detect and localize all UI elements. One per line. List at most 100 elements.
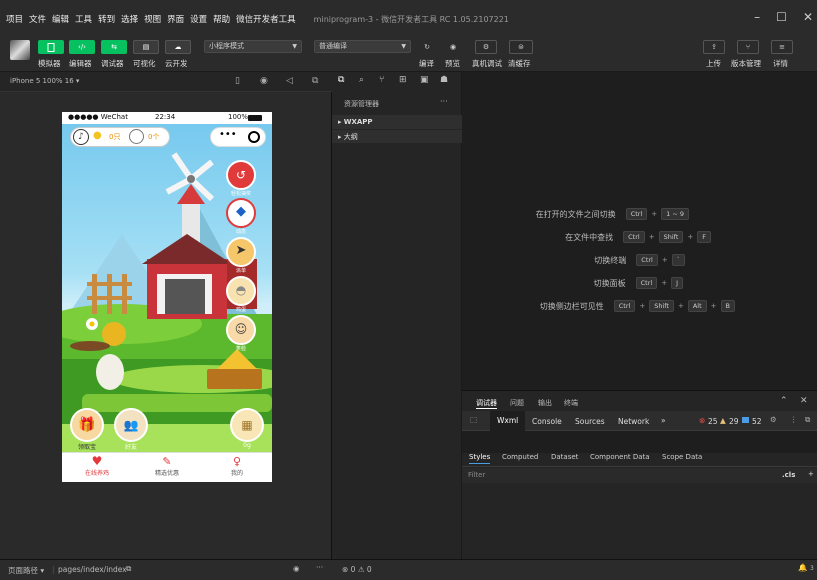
preview-icon[interactable]: ◉ — [443, 40, 463, 54]
editor-toggle-button[interactable]: ‹/› — [69, 40, 95, 54]
record-icon[interactable]: ◉ — [260, 76, 268, 86]
cloud-file-icon[interactable]: ▣ — [420, 75, 429, 85]
debugger-toggle-button[interactable]: ⇆ — [101, 40, 127, 54]
shortcut-label: 切换终端 — [594, 255, 627, 265]
side-button-lottery[interactable]: ↺ — [226, 160, 256, 190]
tab-farm-label: 在线养鸡 — [84, 470, 109, 477]
side-button-dynamic[interactable]: ◆ — [226, 198, 256, 228]
gift-button[interactable]: 🎁 — [70, 408, 104, 442]
version-icon[interactable]: ⑂ — [737, 40, 759, 54]
subtab-styles[interactable]: Styles — [469, 453, 491, 464]
remote-debug-icon[interactable]: ⚙ — [475, 40, 497, 54]
panel-tab-output[interactable]: 输出 — [538, 398, 552, 408]
page-path-label[interactable]: 页面路径 ▾ — [8, 565, 44, 576]
subtab-scope-data[interactable]: Scope Data — [662, 453, 702, 461]
side-button-smile[interactable]: ☺ — [226, 315, 256, 345]
panel-tab-debugger[interactable]: 调试器 — [476, 398, 497, 409]
phone-icon[interactable]: ▯ — [235, 76, 240, 86]
status-more-icon[interactable]: ··· — [316, 563, 323, 572]
devtools-menu-icon[interactable]: ⋮ — [790, 415, 798, 424]
filter-input[interactable]: Filter — [468, 471, 768, 479]
capsule-close-icon[interactable] — [248, 131, 260, 143]
subtab-dataset[interactable]: Dataset — [551, 453, 578, 461]
tab-mine[interactable]: ♀ 我的 — [212, 455, 262, 477]
menu-select[interactable]: 选择 — [121, 13, 138, 25]
cls-toggle[interactable]: .cls — [782, 471, 795, 479]
git-icon[interactable]: ⑂ — [379, 75, 384, 85]
tree-item-outline[interactable]: ▸ 大纲 — [332, 129, 462, 143]
visual-button[interactable]: ▤ — [133, 40, 159, 54]
info-count[interactable]: 52 — [752, 417, 762, 426]
bell-icon[interactable]: 🔔 — [798, 563, 807, 572]
side-button-egg[interactable]: ◓ — [226, 276, 256, 306]
search-icon[interactable]: ⌕ — [359, 75, 364, 85]
panel-tab-terminal[interactable]: 终端 — [564, 398, 578, 408]
subtab-computed[interactable]: Computed — [502, 453, 538, 461]
feed-button[interactable]: ▦ — [230, 408, 264, 442]
menu-project[interactable]: 项目 — [6, 13, 23, 25]
error-count[interactable]: 25 — [708, 417, 718, 426]
capsule-menu[interactable]: ••• — [210, 127, 266, 147]
tab-deals[interactable]: ✎ 精选优惠 — [142, 455, 192, 477]
device-select[interactable]: iPhone 5 100% 16 ▾ — [10, 77, 79, 85]
devtools-more-tabs[interactable]: » — [661, 416, 666, 425]
compile-label: 编译 — [419, 59, 434, 68]
extensions-icon[interactable]: ⊞ — [399, 75, 407, 85]
cloud-button[interactable]: ☁ — [165, 40, 191, 54]
warning-count[interactable]: 29 — [729, 417, 739, 426]
window-title: miniprogram-3 - 微信开发者工具 RC 1.05.2107221 — [313, 14, 509, 24]
music-icon[interactable]: ♪ — [73, 129, 89, 145]
copy-path-icon[interactable]: ⧉ — [126, 564, 131, 574]
avatar[interactable] — [10, 40, 30, 60]
menu-wechat-devtools[interactable]: 微信开发者工具 — [236, 13, 296, 25]
menu-tools[interactable]: 工具 — [75, 13, 92, 25]
details-icon[interactable]: ≡ — [771, 40, 793, 54]
egg-count: 0个 — [148, 133, 160, 141]
close-icon[interactable]: ✕ — [803, 10, 813, 24]
menu-goto[interactable]: 转到 — [98, 13, 115, 25]
menu-view[interactable]: 视图 — [144, 13, 161, 25]
page-path[interactable]: pages/index/index — [58, 565, 127, 574]
shortcut-key: ` — [671, 254, 685, 266]
compile-icon[interactable]: ↻ — [417, 40, 437, 54]
panel-tab-problems[interactable]: 问题 — [510, 398, 524, 408]
menu-interface[interactable]: 界面 — [167, 13, 184, 25]
subtab-component-data[interactable]: Component Data — [590, 453, 650, 461]
panel-close-icon[interactable]: ✕ — [800, 396, 808, 406]
tree-item-wxapp[interactable]: ▸ WXAPP — [332, 115, 462, 129]
inspect-icon[interactable]: ⬚ — [470, 415, 477, 424]
upload-icon[interactable]: ⇪ — [703, 40, 725, 54]
phone-status-bar: ●●●●● WeChat 22:34 100% — [62, 112, 272, 124]
tab-farm[interactable]: ♥ 在线养鸡 — [72, 455, 122, 478]
devtools-tab-sources[interactable]: Sources — [575, 417, 605, 426]
sound-icon[interactable]: ◁ — [286, 76, 293, 86]
devtools-tab-wxml[interactable]: Wxml — [490, 411, 526, 431]
menu-edit[interactable]: 编辑 — [52, 13, 69, 25]
eye-icon[interactable]: ◉ — [293, 564, 300, 573]
menu-help[interactable]: 帮助 — [213, 13, 230, 25]
devtools-tab-console[interactable]: Console — [532, 417, 562, 426]
devtools-tab-network[interactable]: Network — [618, 417, 649, 426]
problems-indicator[interactable]: ⊗ 0 ⚠ 0 — [342, 565, 372, 574]
friends-button[interactable]: 👥 — [114, 408, 148, 442]
minimize-icon[interactable]: – — [754, 10, 760, 24]
detach-icon[interactable]: ⧉ — [312, 76, 318, 86]
mode-select[interactable]: 小程序模式 ▼ — [204, 40, 302, 53]
explorer-more-icon[interactable]: ··· — [440, 97, 448, 106]
menu-settings[interactable]: 设置 — [190, 13, 207, 25]
add-style-rule-icon[interactable]: + — [808, 470, 814, 478]
side-button-dispatch[interactable]: ➤ — [226, 237, 256, 267]
ticket-icon: ✎ — [162, 455, 172, 468]
more-icon[interactable]: ••• — [219, 129, 237, 140]
panel-collapse-icon[interactable]: ⌃ — [780, 396, 788, 406]
devtools-settings-icon[interactable]: ⚙ — [770, 415, 777, 424]
menu-file[interactable]: 文件 — [29, 13, 46, 25]
shortcut-row: 切换侧边栏可见性 Ctrl + Shift + Alt + B — [540, 300, 735, 312]
clear-cache-icon[interactable]: ⊜ — [509, 40, 533, 54]
files-icon[interactable]: ⧉ — [338, 75, 344, 85]
plugin-icon[interactable]: ☗ — [440, 75, 448, 85]
devtools-dock-icon[interactable]: ⧉ — [805, 415, 810, 425]
compile-select[interactable]: 普通编译 ▼ — [314, 40, 411, 53]
maximize-icon[interactable]: ☐ — [776, 10, 787, 24]
simulator-toggle-button[interactable] — [38, 40, 64, 54]
